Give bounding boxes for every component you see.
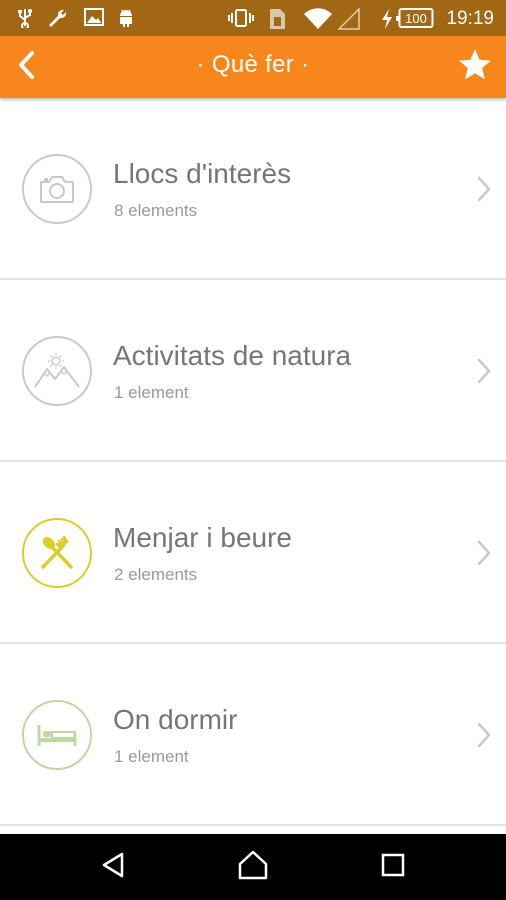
- clock-time: 19:19: [446, 8, 494, 29]
- page-title: · Què fer ·: [196, 51, 310, 78]
- item-count: 2 elements: [114, 565, 198, 584]
- category-list: Llocs d'interès 8 elements Activitats de…: [0, 98, 506, 826]
- app-bar: · Què fer ·: [0, 36, 506, 98]
- camera-icon: [22, 154, 92, 224]
- item-title: Llocs d'interès: [113, 158, 292, 189]
- item-count: 1 element: [114, 747, 189, 766]
- list-item-activitats-natura[interactable]: Activitats de natura 1 element: [0, 280, 506, 462]
- android-icon: [116, 8, 136, 33]
- vibrate-icon: [228, 8, 254, 33]
- image-icon: [84, 8, 104, 31]
- list-item-llocs-interes[interactable]: Llocs d'interès 8 elements: [0, 98, 506, 280]
- list-item-on-dormir[interactable]: On dormir 1 element: [0, 644, 506, 826]
- wrench-icon: [46, 8, 68, 33]
- spoon-fork-icon: [22, 518, 92, 588]
- favorite-button[interactable]: [452, 44, 498, 90]
- item-title: Activitats de natura: [113, 340, 352, 371]
- recents-icon: [380, 852, 406, 883]
- sim-icon: [268, 8, 286, 35]
- star-icon: [457, 47, 493, 88]
- status-bar: 100 19:19: [0, 0, 506, 36]
- charging-icon: [380, 8, 394, 35]
- list-item-menjar-beure[interactable]: Menjar i beure 2 elements: [0, 462, 506, 644]
- mountains-sun-icon: [22, 336, 92, 406]
- item-title: Menjar i beure: [113, 522, 292, 553]
- battery-level-text: 100: [405, 11, 427, 26]
- signal-icon: [337, 7, 360, 35]
- chevron-right-icon: [476, 722, 492, 753]
- item-count: 1 element: [114, 383, 189, 402]
- battery-icon: 100: [396, 7, 434, 34]
- chevron-right-icon: [476, 358, 492, 389]
- system-nav-bar: [0, 834, 506, 900]
- back-triangle-icon: [99, 851, 127, 884]
- chevron-right-icon: [476, 176, 492, 207]
- wifi-icon: [304, 8, 332, 35]
- nav-back-button[interactable]: [90, 844, 136, 890]
- home-icon: [237, 850, 269, 885]
- nav-recents-button[interactable]: [370, 844, 416, 890]
- nav-home-button[interactable]: [230, 844, 276, 890]
- chevron-right-icon: [476, 540, 492, 571]
- item-title: On dormir: [113, 704, 238, 735]
- usb-icon: [16, 8, 34, 33]
- bed-icon: [22, 700, 92, 770]
- item-count: 8 elements: [114, 201, 198, 220]
